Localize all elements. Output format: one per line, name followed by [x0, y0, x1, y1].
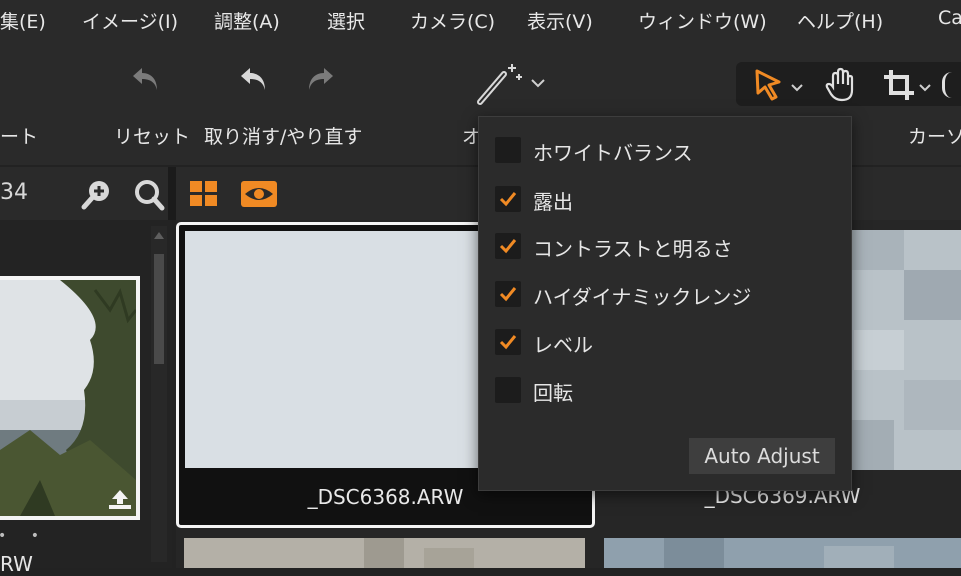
zoom-in-icon[interactable] [80, 178, 114, 216]
thumbnail-image-partial[interactable] [604, 538, 961, 568]
checkbox-rotation[interactable] [495, 377, 521, 403]
menu-bar: 集(E) イメージ(I) 調整(A) 選択 カメラ(C) 表示(V) ウィンドウ… [0, 0, 961, 40]
menu-adjust[interactable]: 調整(A) [214, 7, 280, 34]
cursor-tool-group [736, 62, 961, 106]
checkbox-contrast-brightness[interactable] [495, 233, 521, 259]
reset-icon[interactable] [128, 62, 164, 102]
menu-camera[interactable]: カメラ(C) [410, 7, 495, 34]
chevron-down-icon[interactable] [918, 78, 932, 97]
option-label: 露出 [533, 190, 573, 214]
option-contrast-brightness[interactable]: コントラストと明るさ [495, 231, 825, 261]
thumbnail-frame-selected[interactable] [0, 276, 140, 520]
rating-dots: • • [0, 528, 49, 544]
upload-icon[interactable] [108, 488, 132, 514]
scroll-up-icon[interactable] [153, 230, 165, 240]
thumbnail-image-partial[interactable] [184, 538, 585, 568]
option-rotation[interactable]: 回転 [495, 375, 825, 405]
option-label: レベル [533, 333, 593, 357]
menu-image[interactable]: イメージ(I) [82, 7, 178, 34]
cursor-arrow-icon[interactable] [752, 68, 786, 106]
auto-adjust-button[interactable]: Auto Adjust [689, 438, 835, 474]
scrollbar-thumb[interactable] [154, 254, 164, 364]
checkbox-white-balance[interactable] [495, 137, 521, 163]
preview-eye-icon[interactable] [240, 180, 278, 212]
cursor-tool-label: カーソ [908, 126, 961, 148]
checkmark-icon [499, 239, 517, 254]
toolbar-left-label: ート [0, 126, 39, 148]
magic-wand-icon[interactable] [474, 60, 530, 112]
checkbox-levels[interactable] [495, 329, 521, 355]
crop-icon[interactable] [882, 68, 916, 106]
option-white-balance[interactable]: ホワイトバランス [495, 135, 825, 165]
chevron-down-icon[interactable] [530, 74, 546, 93]
option-label: コントラストと明るさ [533, 237, 733, 261]
reset-label[interactable]: リセット [114, 122, 190, 149]
menu-select[interactable]: 選択 [327, 7, 365, 34]
browser-left-panel: • • RW [0, 220, 172, 576]
thumbnail-image-tree[interactable] [0, 280, 136, 516]
checkmark-icon [499, 287, 517, 302]
zoom-value: 34 [0, 180, 28, 205]
menu-window[interactable]: ウィンドウ(W) [638, 7, 767, 34]
menu-truncated[interactable]: Ca [938, 7, 961, 29]
grid-view-icon[interactable] [189, 180, 219, 212]
undo-redo-label: 取り消す/やり直す [204, 126, 363, 148]
chevron-down-icon[interactable] [790, 78, 804, 97]
option-hdr[interactable]: ハイダイナミックレンジ [495, 279, 825, 309]
option-exposure[interactable]: 露出 [495, 184, 825, 214]
vertical-scrollbar[interactable] [151, 226, 167, 562]
checkbox-hdr[interactable] [495, 281, 521, 307]
menu-help[interactable]: ヘルプ(H) [797, 7, 883, 34]
checkmark-icon [499, 192, 517, 207]
option-label: 回転 [533, 381, 573, 405]
search-icon[interactable] [132, 178, 166, 216]
panel-divider[interactable] [168, 167, 176, 220]
thumbnail-caption: RW [0, 552, 33, 576]
hand-icon[interactable] [824, 67, 858, 107]
menu-edit[interactable]: 集(E) [0, 7, 46, 34]
undo-icon[interactable] [236, 62, 272, 102]
checkbox-exposure[interactable] [495, 186, 521, 212]
redo-icon[interactable] [302, 62, 338, 102]
menu-view[interactable]: 表示(V) [527, 7, 593, 34]
tool-partial-icon[interactable] [942, 72, 955, 98]
option-levels[interactable]: レベル [495, 327, 825, 357]
auto-adjust-popup: ホワイトバランス 露出 コントラストと明るさ ハイダイナミックレンジ レベル 回… [478, 116, 852, 491]
option-label: ホワイトバランス [533, 141, 693, 165]
checkmark-icon [499, 335, 517, 350]
option-label: ハイダイナミックレンジ [533, 285, 752, 309]
